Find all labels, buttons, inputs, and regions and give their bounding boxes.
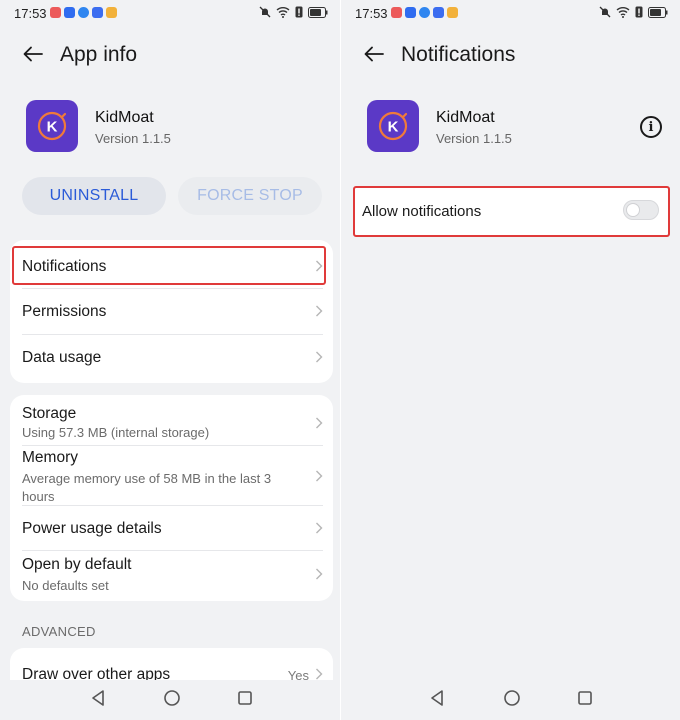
mute-bell-icon bbox=[599, 6, 611, 18]
chevron-right-icon bbox=[316, 522, 323, 534]
wifi-icon bbox=[276, 7, 290, 18]
app-summary: K KidMoat Version 1.1.5 bbox=[0, 100, 340, 154]
wifi-icon bbox=[616, 7, 630, 18]
chevron-right-icon bbox=[316, 305, 323, 317]
memory-label: Memory bbox=[22, 449, 78, 466]
status-app-icons bbox=[50, 7, 117, 18]
open-by-default-label: Open by default bbox=[22, 556, 132, 573]
nav-home-button[interactable] bbox=[502, 688, 522, 708]
power-usage-label: Power usage details bbox=[22, 520, 162, 537]
nav-home-circle-icon bbox=[504, 690, 520, 706]
chevron-right-icon bbox=[316, 568, 323, 580]
notification-app-icon bbox=[419, 7, 430, 18]
open-by-default-summary: No defaults set bbox=[22, 578, 109, 593]
notification-app-icon bbox=[433, 7, 444, 18]
notification-app-icon bbox=[405, 7, 416, 18]
storage-summary: Using 57.3 MB (internal storage) bbox=[22, 425, 210, 440]
data-usage-label: Data usage bbox=[22, 349, 102, 366]
memory-summary: Average memory use of 58 MB in the last … bbox=[22, 471, 272, 504]
storage-label: Storage bbox=[22, 405, 77, 422]
notification-app-icon bbox=[92, 7, 103, 18]
app-version: Version 1.1.5 bbox=[436, 131, 512, 146]
battery-icon bbox=[308, 6, 328, 18]
alert-icon bbox=[295, 6, 303, 18]
notification-app-icon bbox=[447, 7, 458, 18]
info-icon: i bbox=[648, 119, 654, 135]
app-name: KidMoat bbox=[95, 109, 154, 126]
svg-text:K: K bbox=[388, 119, 399, 136]
nav-back-button[interactable] bbox=[427, 688, 447, 708]
kidmoat-app-icon: K bbox=[367, 100, 419, 152]
kidmoat-app-icon: K bbox=[26, 100, 78, 152]
back-arrow-icon bbox=[23, 46, 43, 62]
app-version: Version 1.1.5 bbox=[95, 131, 171, 146]
app-name: KidMoat bbox=[436, 109, 495, 126]
back-button[interactable] bbox=[359, 40, 389, 68]
nav-back-triangle-icon bbox=[431, 690, 443, 706]
advanced-section-header: ADVANCED bbox=[22, 624, 96, 639]
notification-app-icon bbox=[64, 7, 75, 18]
chevron-right-icon bbox=[316, 417, 323, 429]
nav-recents-square-icon bbox=[238, 691, 252, 705]
notifications-highlight-box bbox=[12, 246, 326, 285]
nav-home-button[interactable] bbox=[162, 688, 182, 708]
nav-back-triangle-icon bbox=[92, 690, 104, 706]
data-usage-item[interactable]: Data usage bbox=[22, 335, 323, 381]
mute-bell-icon bbox=[259, 6, 271, 18]
page-title: App info bbox=[60, 43, 138, 66]
app-summary: K KidMoat Version 1.1.5 i bbox=[341, 100, 680, 154]
status-time: 17:53 bbox=[355, 6, 388, 21]
nav-home-circle-icon bbox=[164, 690, 180, 706]
svg-text:K: K bbox=[47, 119, 58, 136]
open-by-default-item[interactable]: Open by default No defaults set bbox=[22, 551, 323, 601]
back-button[interactable] bbox=[18, 40, 48, 68]
battery-icon bbox=[648, 6, 668, 18]
status-app-icons bbox=[391, 7, 458, 18]
status-bar: 17:53 bbox=[341, 0, 680, 26]
nav-recents-button[interactable] bbox=[235, 688, 255, 708]
nav-back-button[interactable] bbox=[88, 688, 108, 708]
nav-recents-square-icon bbox=[578, 691, 592, 705]
notification-app-icon bbox=[78, 7, 89, 18]
notification-app-icon bbox=[391, 7, 402, 18]
page-title: Notifications bbox=[401, 43, 516, 66]
chevron-right-icon bbox=[316, 351, 323, 363]
chevron-right-icon bbox=[316, 668, 323, 680]
app-info-icon-button[interactable]: i bbox=[640, 116, 662, 138]
force-stop-button[interactable]: FORCE STOP bbox=[178, 177, 322, 215]
status-time: 17:53 bbox=[14, 6, 47, 21]
permissions-item[interactable]: Permissions bbox=[22, 289, 323, 334]
app-info-header: App info bbox=[0, 36, 340, 72]
permissions-label: Permissions bbox=[22, 303, 107, 320]
power-usage-item[interactable]: Power usage details bbox=[22, 506, 323, 550]
status-bar: 17:53 bbox=[0, 0, 340, 26]
app-info-screen: 17:53 App info K KidMoat Version 1.1.5 U… bbox=[0, 0, 340, 720]
nav-recents-button[interactable] bbox=[575, 688, 595, 708]
storage-item[interactable]: Storage Using 57.3 MB (internal storage) bbox=[22, 395, 323, 445]
notification-app-icon bbox=[106, 7, 117, 18]
chevron-right-icon bbox=[316, 470, 323, 482]
uninstall-button[interactable]: UNINSTALL bbox=[22, 177, 166, 215]
notification-app-icon bbox=[50, 7, 61, 18]
navigation-bar bbox=[0, 680, 340, 720]
back-arrow-icon bbox=[364, 46, 384, 62]
allow-notifications-highlight-box bbox=[353, 186, 670, 237]
memory-item[interactable]: Memory Average memory use of 58 MB in th… bbox=[22, 446, 323, 506]
settings-card-secondary: Storage Using 57.3 MB (internal storage)… bbox=[10, 395, 333, 601]
navigation-bar bbox=[341, 680, 680, 720]
alert-icon bbox=[635, 6, 643, 18]
notifications-header: Notifications bbox=[341, 36, 680, 72]
notifications-screen: 17:53 Notifications K KidMoat Version 1.… bbox=[341, 0, 680, 720]
